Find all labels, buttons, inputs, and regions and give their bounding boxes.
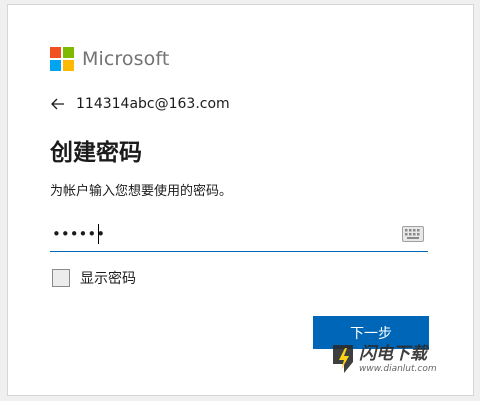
text-caret bbox=[98, 224, 99, 244]
arrow-left-icon[interactable] bbox=[50, 96, 66, 112]
show-password-label: 显示密码 bbox=[80, 271, 136, 287]
lightning-logo-icon bbox=[333, 345, 353, 373]
page-title: 创建密码 bbox=[50, 140, 142, 166]
password-input[interactable] bbox=[50, 219, 384, 249]
identity-banner: 114314abc@163.com bbox=[50, 96, 230, 112]
watermark-url: www.dianlut.com bbox=[359, 363, 437, 374]
show-password-checkbox[interactable] bbox=[52, 269, 70, 287]
microsoft-logo-icon bbox=[50, 47, 74, 71]
identity-email: 114314abc@163.com bbox=[76, 96, 230, 112]
page-description: 为帐户输入您想要使用的密码。 bbox=[50, 184, 233, 199]
password-field bbox=[50, 219, 428, 252]
watermark: 闪电下载 www.dianlut.com bbox=[330, 342, 437, 376]
brand-name: Microsoft bbox=[82, 48, 170, 70]
show-password-option[interactable]: 显示密码 bbox=[52, 268, 136, 288]
keyboard-icon[interactable] bbox=[402, 226, 424, 242]
microsoft-logo: Microsoft bbox=[50, 47, 169, 71]
watermark-name: 闪电下载 bbox=[359, 343, 427, 364]
signin-card: Microsoft 114314abc@163.com 创建密码 为帐户输入您想… bbox=[7, 4, 474, 396]
